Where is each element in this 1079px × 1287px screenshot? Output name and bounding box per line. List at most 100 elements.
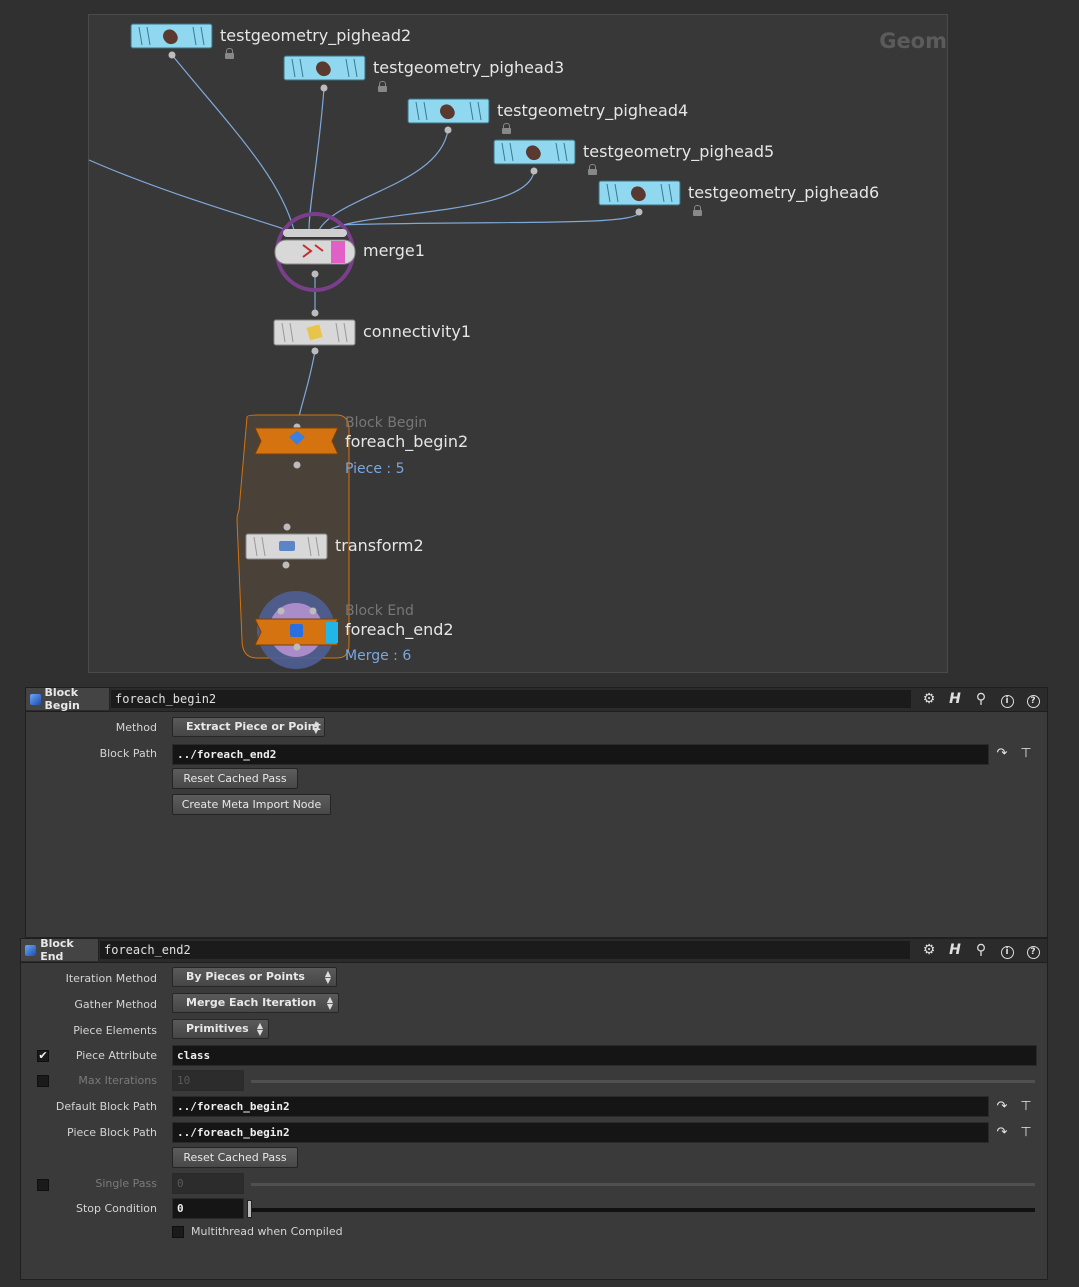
block-end-icon bbox=[24, 944, 37, 957]
chevron-updown-icon: ▲ ▼ bbox=[256, 1021, 263, 1037]
node-name-field[interactable]: foreach_end2 bbox=[100, 941, 910, 959]
node-label-pighead3: testgeometry_pighead3 bbox=[373, 58, 565, 77]
piece-block-path-label: Piece Block Path bbox=[67, 1126, 157, 1139]
wire-connectivity-to-begin bbox=[296, 350, 316, 426]
piece-attribute-field[interactable]: class bbox=[172, 1045, 1037, 1066]
node-testgeometry-pighead2[interactable] bbox=[130, 23, 213, 59]
piece-block-path-field[interactable]: ../foreach_begin2 bbox=[172, 1122, 989, 1143]
chevron-updown-icon: ▲ ▼ bbox=[324, 969, 331, 985]
transform-icon bbox=[279, 541, 295, 551]
node-chooser-icon[interactable]: ⊤ bbox=[1018, 746, 1034, 762]
gear-icon[interactable]: ⚙ bbox=[919, 690, 939, 708]
default-block-path-field[interactable]: ../foreach_begin2 bbox=[172, 1096, 989, 1117]
single-pass-slider[interactable] bbox=[251, 1183, 1035, 1186]
lock-icon[interactable] bbox=[378, 81, 387, 92]
reset-cached-pass-button[interactable]: Reset Cached Pass bbox=[172, 768, 298, 789]
node-label-connectivity: connectivity1 bbox=[363, 322, 472, 341]
node-type-label: Block Begin bbox=[44, 686, 80, 712]
node-testgeometry-pighead4[interactable] bbox=[407, 98, 490, 134]
node-label-pighead5: testgeometry_pighead5 bbox=[583, 142, 775, 161]
search-icon[interactable]: ⚲ bbox=[971, 690, 991, 708]
lock-icon[interactable] bbox=[225, 48, 234, 59]
wire-pighead4-to-merge bbox=[318, 129, 449, 231]
max-iterations-field[interactable]: 10 bbox=[172, 1070, 244, 1091]
block-begin-icon bbox=[29, 693, 42, 706]
piece-elements-label: Piece Elements bbox=[73, 1024, 157, 1037]
block-end-icon bbox=[290, 624, 303, 637]
piece-elements-value: Primitives bbox=[186, 1022, 249, 1035]
pane-header: Block Begin foreach_begin2 ⚙ H ⚲ i ? bbox=[26, 686, 1047, 712]
node-label-foreach-end: foreach_end2 bbox=[345, 620, 454, 639]
node-label-pighead2: testgeometry_pighead2 bbox=[220, 26, 412, 45]
gather-method-label: Gather Method bbox=[74, 998, 157, 1011]
iteration-method-value: By Pieces or Points bbox=[186, 970, 305, 983]
wire-pighead2-to-merge bbox=[171, 54, 295, 231]
node-label-transform: transform2 bbox=[335, 536, 424, 555]
method-value: Extract Piece or Point bbox=[186, 720, 321, 733]
iteration-method-menu[interactable]: By Pieces or Points ▲ ▼ bbox=[172, 967, 337, 987]
piece-elements-menu[interactable]: Primitives ▲ ▼ bbox=[172, 1019, 269, 1039]
node-testgeometry-pighead6[interactable] bbox=[598, 180, 681, 216]
multithread-toggle[interactable] bbox=[172, 1226, 184, 1238]
jump-to-node-icon[interactable]: ↷ bbox=[994, 1125, 1010, 1141]
wire-offscreen-to-merge bbox=[89, 159, 288, 231]
node-label-foreach-begin: foreach_begin2 bbox=[345, 432, 469, 451]
node-info-piece: Piece : 5 bbox=[345, 461, 405, 477]
help-h-icon[interactable]: H bbox=[945, 690, 965, 708]
node-testgeometry-pighead5[interactable] bbox=[493, 139, 576, 175]
info-icon[interactable]: i bbox=[997, 690, 1017, 708]
network-editor[interactable]: Geom testgeometry_pighead2 testgeometry_… bbox=[88, 14, 948, 673]
chevron-updown-icon: ▲ ▼ bbox=[326, 995, 333, 1011]
max-iterations-label: Max Iterations bbox=[78, 1074, 157, 1087]
single-pass-field[interactable]: 0 bbox=[172, 1173, 244, 1194]
node-label-pighead4: testgeometry_pighead4 bbox=[497, 101, 689, 120]
method-menu[interactable]: Extract Piece or Point ▲ ▼ bbox=[172, 717, 325, 737]
node-type-chip[interactable]: Block Begin bbox=[26, 686, 110, 712]
default-block-path-label: Default Block Path bbox=[55, 1100, 157, 1113]
node-connectivity1[interactable] bbox=[273, 309, 356, 355]
stop-condition-label: Stop Condition bbox=[76, 1202, 157, 1215]
question-icon[interactable]: ? bbox=[1023, 690, 1043, 708]
max-iterations-slider[interactable] bbox=[251, 1080, 1035, 1083]
node-chooser-icon[interactable]: ⊤ bbox=[1018, 1099, 1034, 1115]
block-end-parameter-pane: Block End foreach_end2 ⚙ H ⚲ i ? Iterati… bbox=[20, 937, 1048, 1280]
gather-method-value: Merge Each Iteration bbox=[186, 996, 317, 1009]
node-label-pighead6: testgeometry_pighead6 bbox=[688, 183, 880, 202]
reset-cached-pass-button[interactable]: Reset Cached Pass bbox=[172, 1147, 298, 1168]
piece-attribute-label: Piece Attribute bbox=[75, 1049, 157, 1062]
multithread-label: Multithread when Compiled bbox=[191, 1225, 343, 1238]
wire-pighead6-to-merge bbox=[338, 211, 640, 226]
info-icon[interactable]: i bbox=[997, 941, 1017, 959]
header-toolbar: ⚙ H ⚲ i ? bbox=[919, 690, 1043, 708]
wire-pighead3-to-merge bbox=[308, 87, 325, 231]
lock-icon[interactable] bbox=[502, 123, 511, 134]
block-begin-parameter-pane: Block Begin foreach_begin2 ⚙ H ⚲ i ? Met… bbox=[25, 686, 1048, 938]
node-info-merge: Merge : 6 bbox=[345, 648, 412, 664]
search-icon[interactable]: ⚲ bbox=[971, 941, 991, 959]
node-label-merge: merge1 bbox=[363, 241, 425, 260]
block-path-field[interactable]: ../foreach_end2 bbox=[172, 744, 989, 765]
iteration-method-label: Iteration Method bbox=[65, 972, 157, 985]
header-toolbar: ⚙ H ⚲ i ? bbox=[919, 941, 1043, 959]
node-type-chip[interactable]: Block End bbox=[21, 937, 99, 963]
help-h-icon[interactable]: H bbox=[945, 941, 965, 959]
method-label: Method bbox=[115, 721, 157, 734]
node-name-field[interactable]: foreach_begin2 bbox=[111, 690, 911, 708]
node-testgeometry-pighead3[interactable] bbox=[283, 55, 366, 92]
jump-to-node-icon[interactable]: ↷ bbox=[994, 746, 1010, 762]
pane-header: Block End foreach_end2 ⚙ H ⚲ i ? bbox=[21, 937, 1047, 963]
stop-condition-slider[interactable] bbox=[251, 1208, 1035, 1212]
gather-method-menu[interactable]: Merge Each Iteration ▲ ▼ bbox=[172, 993, 339, 1013]
node-type-block-begin: Block Begin bbox=[345, 415, 428, 431]
block-path-label: Block Path bbox=[99, 747, 157, 760]
single-pass-label: Single Pass bbox=[95, 1177, 157, 1190]
create-meta-import-node-button[interactable]: Create Meta Import Node bbox=[172, 794, 331, 815]
lock-icon[interactable] bbox=[588, 164, 597, 175]
question-icon[interactable]: ? bbox=[1023, 941, 1043, 959]
lock-icon[interactable] bbox=[693, 205, 702, 216]
stop-condition-slider-handle[interactable] bbox=[247, 1200, 252, 1218]
gear-icon[interactable]: ⚙ bbox=[919, 941, 939, 959]
node-chooser-icon[interactable]: ⊤ bbox=[1018, 1125, 1034, 1141]
jump-to-node-icon[interactable]: ↷ bbox=[994, 1099, 1010, 1115]
stop-condition-field[interactable]: 0 bbox=[172, 1198, 244, 1219]
